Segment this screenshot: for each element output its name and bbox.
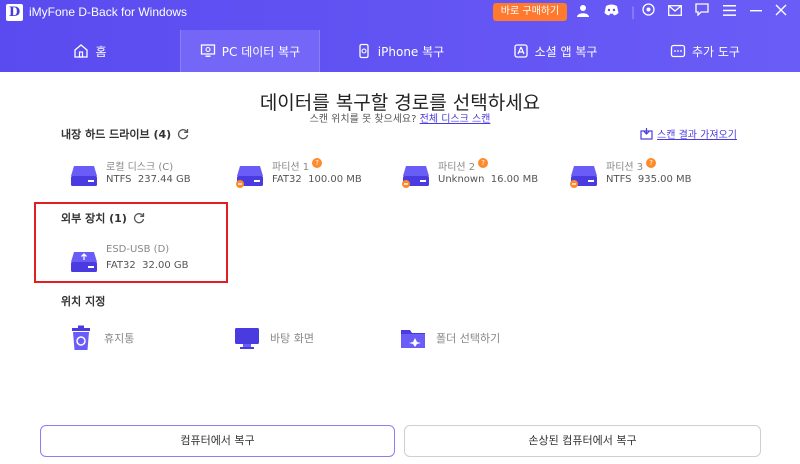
- tab-home[interactable]: 홈: [0, 30, 180, 72]
- recycle-bin-icon: [72, 325, 90, 350]
- tab-extra-tools[interactable]: 추가 도구: [630, 30, 780, 72]
- warning-icon: ?: [646, 158, 657, 168]
- load-scan-result-link[interactable]: 스캔 결과 가져오기: [640, 126, 737, 141]
- location-recycle-bin[interactable]: 휴지통: [68, 322, 134, 354]
- drive-meta: FAT32 100.00 MB: [272, 174, 362, 185]
- external-devices-label: 외부 장치 (1): [61, 212, 127, 225]
- drive-meta: NTFS 237.44 GB: [106, 174, 191, 185]
- tab-iphone-recovery[interactable]: iPhone 복구: [320, 30, 480, 72]
- location-desktop[interactable]: 바탕 화면: [234, 322, 314, 354]
- drive-name: ESD-USB (D): [106, 244, 170, 255]
- recover-from-computer-button[interactable]: 컴퓨터에서 복구: [40, 425, 395, 457]
- buy-now-button[interactable]: 바로 구매하기: [493, 3, 567, 21]
- page-subtitle: 스캔 위치를 못 찾으세요? 전체 디스크 스캔: [0, 110, 800, 125]
- tab-label: iPhone 복구: [377, 44, 445, 59]
- title-bar: D iMyFone D-Back for Windows 바로 구매하기 |: [0, 0, 800, 26]
- subtitle-text: 스캔 위치를 못 찾으세요?: [309, 114, 417, 125]
- drive-meta: NTFS 935.00 MB: [606, 174, 692, 185]
- main-tabs: 홈 PC 데이터 복구 iPhone 복구 소셜 앱 복구 추가 도구: [0, 30, 800, 72]
- location-item-label: 휴지통: [104, 332, 135, 345]
- phone-icon: [359, 43, 369, 59]
- drive-item-partition-1[interactable]: 파티션 1? FAT32 100.00 MB: [234, 158, 384, 194]
- drive-meta: FAT32 32.00 GB: [106, 260, 189, 271]
- desktop-icon: [235, 328, 259, 349]
- location-select-folder[interactable]: 폴더 선택하기: [400, 322, 500, 354]
- import-icon: [640, 127, 653, 140]
- refresh-icon[interactable]: [133, 212, 145, 224]
- hard-drive-icon: [71, 166, 97, 186]
- drive-meta: Unknown 16.00 MB: [438, 174, 539, 185]
- home-icon: [74, 44, 89, 58]
- app-title: iMyFone D-Back for Windows: [29, 5, 188, 19]
- target-icon[interactable]: [639, 3, 657, 21]
- location-title: 위치 지정: [61, 293, 105, 309]
- mail-icon[interactable]: [666, 3, 684, 21]
- drive-name: 로컬 디스크 (C): [106, 162, 174, 173]
- close-icon[interactable]: [772, 3, 790, 21]
- drive-item-c[interactable]: 로컬 디스크 (C) NTFS 237.44 GB: [68, 158, 218, 194]
- drive-name: 파티션 3?: [606, 158, 657, 173]
- drive-item-usb[interactable]: ESD-USB (D) FAT32 32.00 GB: [68, 244, 218, 280]
- refresh-icon[interactable]: [177, 128, 189, 140]
- monitor-icon: [200, 44, 215, 57]
- user-icon[interactable]: [574, 3, 592, 21]
- full-disk-scan-link[interactable]: 전체 디스크 스캔: [420, 114, 491, 125]
- drive-name: 파티션 2?: [438, 158, 489, 173]
- tab-label: 추가 도구: [692, 44, 740, 59]
- tab-label: PC 데이터 복구: [221, 44, 301, 59]
- folder-icon: [401, 330, 425, 348]
- drive-item-partition-3[interactable]: 파티션 3? NTFS 935.00 MB: [568, 158, 718, 194]
- warning-icon: ?: [312, 158, 323, 168]
- minimize-icon[interactable]: [747, 3, 765, 21]
- internal-drives-label: 내장 하드 드라이브 (4): [61, 128, 172, 141]
- tab-social-app-recovery[interactable]: 소셜 앱 복구: [480, 30, 630, 72]
- app-icon: [513, 44, 528, 58]
- hard-drive-icon: [402, 166, 429, 188]
- location-item-label: 폴더 선택하기: [436, 332, 501, 345]
- drive-item-partition-2[interactable]: 파티션 2? Unknown 16.00 MB: [400, 158, 550, 194]
- location-item-label: 바탕 화면: [270, 332, 314, 345]
- feedback-icon[interactable]: [693, 3, 711, 21]
- app-header: D iMyFone D-Back for Windows 바로 구매하기 | 홈…: [0, 0, 800, 72]
- warning-icon: ?: [478, 158, 489, 168]
- tab-label: 소셜 앱 복구: [534, 44, 598, 59]
- menu-icon[interactable]: [720, 3, 738, 21]
- hard-drive-icon: [236, 166, 263, 188]
- discord-icon[interactable]: [602, 3, 620, 21]
- app-logo: D: [6, 4, 23, 21]
- tab-label: 홈: [95, 44, 107, 59]
- external-devices-title: 외부 장치 (1): [61, 210, 145, 226]
- location-label: 위치 지정: [61, 295, 106, 308]
- recover-from-damaged-computer-button[interactable]: 손상된 컴퓨터에서 복구: [404, 425, 761, 457]
- load-scan-result-label: 스캔 결과 가져오기: [657, 130, 737, 141]
- internal-drives-title: 내장 하드 드라이브 (4): [61, 126, 189, 142]
- tab-pc-recovery[interactable]: PC 데이터 복구: [180, 30, 320, 72]
- drive-name: 파티션 1?: [272, 158, 323, 173]
- usb-drive-icon: [71, 252, 97, 272]
- tools-icon: [670, 44, 686, 58]
- hard-drive-icon: [570, 166, 597, 188]
